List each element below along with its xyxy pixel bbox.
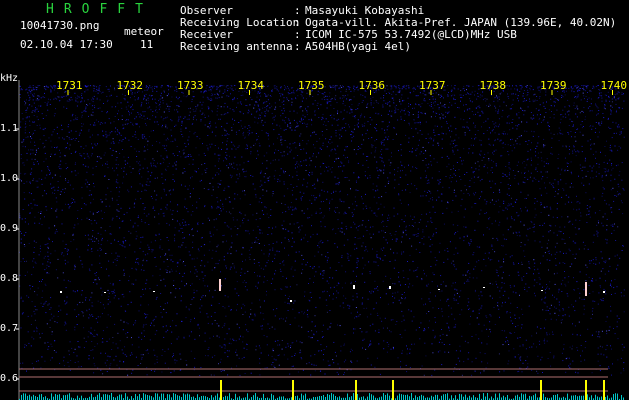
spectrogram-plot: [16, 80, 625, 400]
x-tick-label: 1738: [479, 79, 507, 92]
noise-layer: [19, 85, 625, 376]
meteor-echo: [104, 292, 106, 293]
level-peak: [585, 380, 587, 400]
meteor-echo: [353, 285, 355, 289]
level-peak: [292, 380, 294, 400]
meteor-echo: [483, 287, 485, 288]
y-tick-label: 1.1: [0, 123, 19, 134]
y-tick-label: 0.9: [0, 223, 19, 234]
x-tick-label: 1734: [237, 79, 265, 92]
x-tick-label: 1737: [419, 79, 446, 92]
meteor-echo: [389, 286, 391, 289]
level-peak: [220, 380, 222, 400]
level-peak: [355, 380, 357, 400]
x-tick-label: 1736: [358, 79, 386, 92]
meteor-echo: [603, 291, 605, 293]
meteor-echo: [438, 289, 440, 290]
meteor-echo: [541, 290, 543, 291]
meteor-echo: [290, 300, 292, 302]
level-trace: [19, 380, 624, 400]
x-tick-label: 1740: [600, 79, 628, 92]
y-tick-label: 1.0: [0, 173, 19, 184]
level-peak: [392, 380, 394, 400]
level-peak: [603, 380, 605, 400]
meteor-echo: [60, 291, 62, 293]
meteor-echo: [219, 279, 221, 291]
x-tick-label: 1739: [540, 79, 567, 92]
y-tick-label: 0.8: [0, 273, 19, 284]
meteor-echo: [153, 291, 155, 292]
x-tick-label: 1731: [56, 79, 83, 92]
y-tick-label: 0.6: [0, 373, 19, 384]
level-peak: [540, 380, 542, 400]
x-tick-label: 1733: [177, 79, 204, 92]
x-tick-label: 1732: [116, 79, 144, 92]
y-unit-label: kHz: [0, 73, 19, 84]
meteor-echo: [585, 282, 587, 296]
y-tick-label: 0.7: [0, 323, 19, 334]
x-tick-label: 1735: [298, 79, 325, 92]
